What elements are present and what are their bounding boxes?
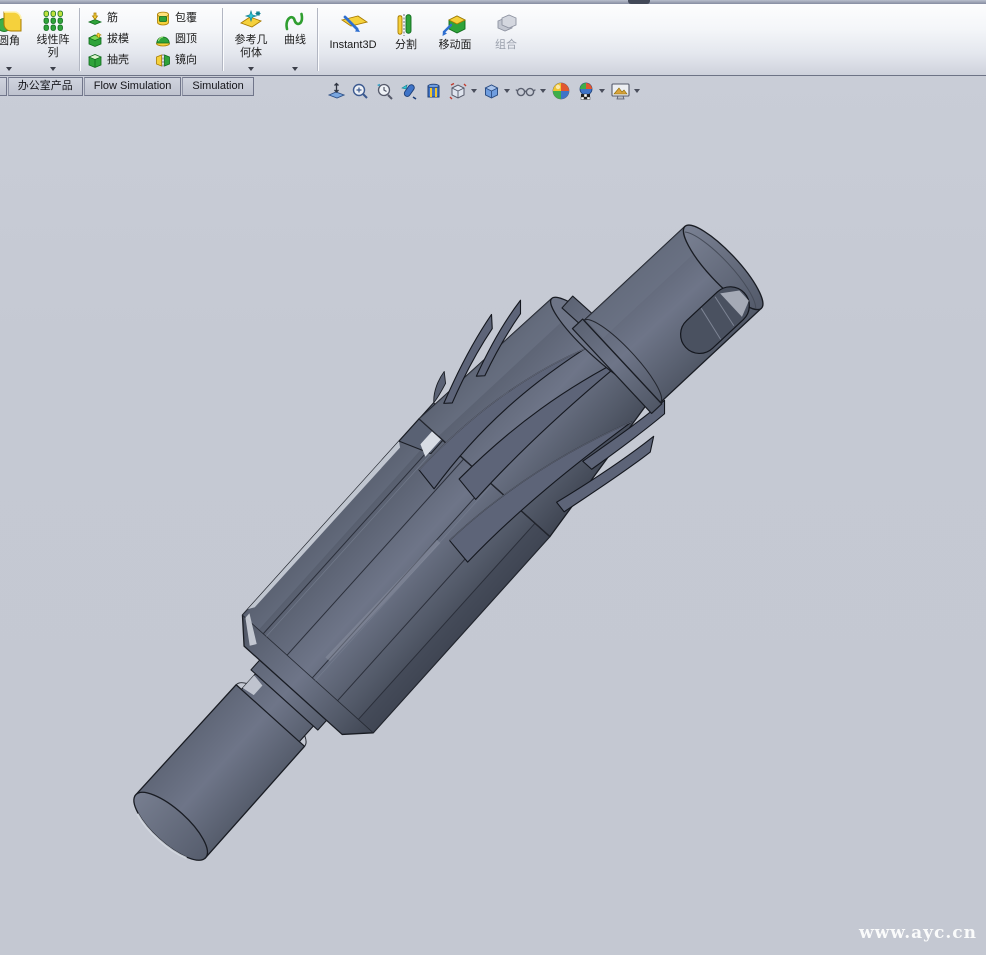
curves-label: 曲线	[284, 35, 306, 46]
linear-pattern-icon	[41, 9, 65, 33]
toolbar-separator	[222, 8, 223, 71]
toolbar-separator	[317, 8, 318, 71]
fillet-icon	[0, 9, 22, 34]
wrap-label: 包覆	[175, 13, 197, 24]
fillet-button[interactable]: 圆角	[0, 4, 30, 75]
instant3d-label: Instant3D	[329, 40, 376, 51]
draft-icon	[87, 32, 103, 47]
tab-simulation[interactable]: Simulation	[182, 77, 253, 96]
display-style-icon	[482, 82, 501, 101]
rib-draft-shell-column: 筋 拔模	[83, 4, 151, 75]
3d-drawing-view-icon	[424, 82, 443, 101]
edit-appearance-button[interactable]	[550, 80, 572, 102]
watermark: www.ayc.cn	[859, 923, 977, 943]
rib-icon	[87, 11, 103, 26]
display-style-button[interactable]	[481, 81, 511, 102]
apply-scene-caret[interactable]	[599, 89, 605, 93]
view-orientation-caret[interactable]	[471, 89, 477, 93]
view-orientation-button[interactable]	[447, 81, 478, 102]
draft-label: 拔模	[107, 34, 129, 45]
heads-up-view-toolbar	[326, 80, 641, 102]
hide-show-items-icon	[515, 82, 537, 101]
linear-pattern-dropdown-caret[interactable]	[50, 67, 56, 71]
display-style-caret[interactable]	[504, 89, 510, 93]
instant3d-icon	[336, 12, 370, 38]
move-face-label: 移动面	[439, 40, 472, 51]
linear-pattern-label-line1: 线性阵	[37, 35, 70, 46]
hide-show-items-caret[interactable]	[540, 89, 546, 93]
reference-geometry-label-line2: 何体	[240, 48, 262, 59]
combine-icon	[493, 12, 519, 38]
split-icon	[394, 12, 418, 38]
view-settings-caret[interactable]	[634, 89, 640, 93]
combine-label: 组合	[495, 40, 517, 51]
fillet-label: 圆角	[0, 36, 20, 47]
rib-button[interactable]: 筋	[87, 10, 149, 27]
zoom-to-fit-icon	[327, 82, 346, 101]
tab-office-products[interactable]: 办公室产品	[8, 77, 83, 96]
wrap-button[interactable]: 包覆	[155, 10, 217, 27]
dome-label: 圆顶	[175, 34, 197, 45]
solidworks-window: 圆角 线性	[0, 0, 986, 955]
wrap-icon	[155, 11, 171, 26]
gear-shaft-model[interactable]	[0, 76, 986, 955]
zoom-to-fit-button[interactable]	[326, 81, 347, 102]
linear-pattern-button[interactable]: 线性阵 列	[30, 4, 76, 75]
zoom-to-area-button[interactable]	[350, 81, 371, 102]
reference-geometry-button[interactable]: 参考几 何体	[226, 4, 276, 75]
move-face-button[interactable]: 移动面	[427, 4, 483, 75]
curves-icon	[283, 9, 307, 33]
edit-appearance-icon	[551, 81, 571, 101]
shell-label: 抽壳	[107, 55, 129, 66]
view-orientation-icon	[448, 82, 468, 101]
curves-button[interactable]: 曲线	[276, 4, 314, 75]
view-settings-icon	[610, 82, 631, 101]
tab-flow-simulation[interactable]: Flow Simulation	[84, 77, 182, 96]
rib-label: 筋	[107, 13, 118, 24]
toolbar-separator	[79, 8, 80, 71]
apply-scene-icon	[576, 81, 596, 101]
reference-geometry-icon	[238, 9, 264, 33]
section-view-button[interactable]	[398, 81, 420, 102]
move-face-icon	[441, 12, 469, 38]
fillet-dropdown-caret[interactable]	[6, 67, 12, 71]
zoom-to-area-icon	[351, 82, 370, 101]
instant3d-button[interactable]: Instant3D	[321, 4, 385, 75]
shell-button[interactable]: 抽壳	[87, 52, 149, 69]
feature-toolbar: 圆角 线性	[0, 4, 986, 76]
apply-scene-button[interactable]	[575, 80, 606, 102]
combine-button[interactable]: 组合	[483, 4, 529, 75]
graphics-viewport[interactable]: rt 办公室产品 Flow Simulation Simulation	[0, 76, 986, 955]
tab-features[interactable]: rt	[0, 77, 7, 96]
previous-view-button[interactable]	[374, 81, 395, 102]
command-manager-tabs: rt 办公室产品 Flow Simulation Simulation	[0, 77, 255, 96]
curves-dropdown-caret[interactable]	[292, 67, 298, 71]
previous-view-icon	[375, 82, 394, 101]
section-view-icon	[399, 82, 419, 101]
dome-icon	[155, 32, 171, 47]
split-label: 分割	[395, 40, 417, 51]
shell-icon	[87, 53, 103, 68]
reference-geometry-dropdown-caret[interactable]	[248, 67, 254, 71]
split-button[interactable]: 分割	[385, 4, 427, 75]
linear-pattern-label-line2: 列	[48, 48, 59, 59]
view-settings-button[interactable]	[609, 81, 641, 102]
wrap-dome-mirror-column: 包覆 圆顶	[151, 4, 219, 75]
mirror-icon	[155, 53, 171, 68]
dome-button[interactable]: 圆顶	[155, 31, 217, 48]
3d-drawing-view-button[interactable]	[423, 81, 444, 102]
draft-button[interactable]: 拔模	[87, 31, 149, 48]
mirror-label: 镜向	[175, 55, 197, 66]
reference-geometry-label-line1: 参考几	[235, 35, 268, 46]
hide-show-items-button[interactable]	[514, 81, 547, 102]
mirror-button[interactable]: 镜向	[155, 52, 217, 69]
